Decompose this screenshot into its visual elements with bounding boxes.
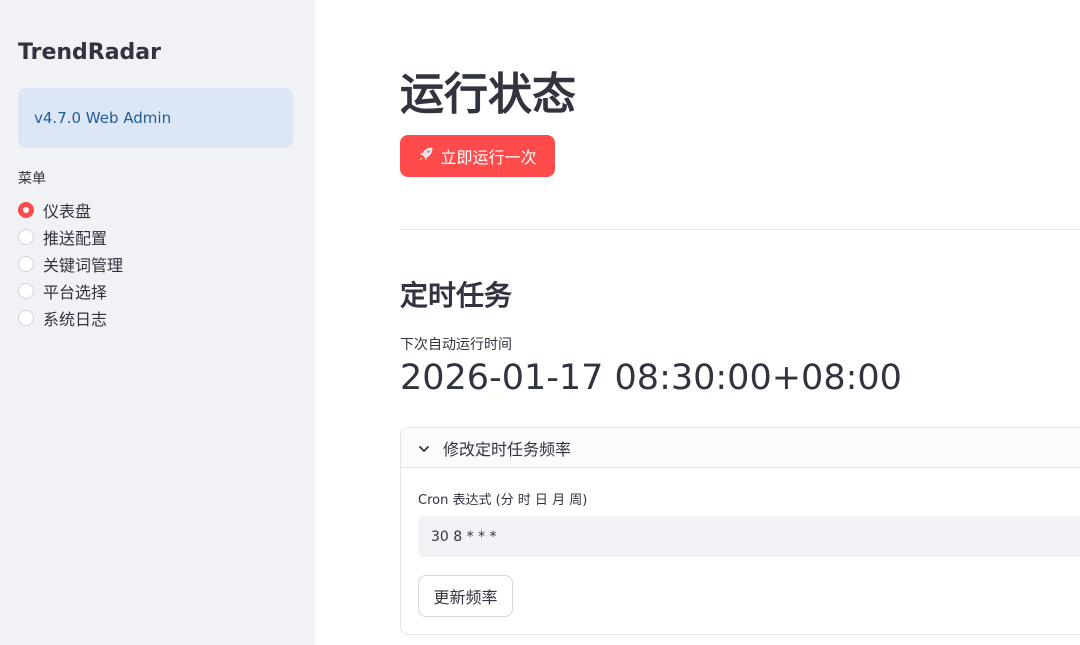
menu-label: 菜单: [18, 171, 46, 187]
update-frequency-button[interactable]: 更新频率: [418, 575, 513, 617]
radio-unselected-icon[interactable]: [18, 282, 34, 299]
cron-field-label: Cron 表达式 (分 时 日 月 周): [418, 493, 588, 508]
radio-unselected-icon[interactable]: [18, 255, 34, 272]
run-now-label: 立即运行一次: [440, 150, 537, 167]
menu-item-dashboard[interactable]: 仪表盘: [18, 196, 123, 223]
next-run-label: 下次自动运行时间: [400, 337, 512, 353]
expander-title: 修改定时任务频率: [443, 439, 572, 459]
radio-selected-icon[interactable]: [18, 201, 34, 218]
menu-item-label: 系统日志: [43, 309, 108, 329]
page-title: 运行状态: [400, 69, 576, 120]
app-title: TrendRadar: [18, 40, 161, 65]
rocket-icon: [418, 146, 434, 166]
chevron-down-icon: [417, 441, 431, 455]
main-content: 运行状态 立即运行一次 定时任务 下次自动运行时间 2026-01-17 08:…: [315, 0, 1080, 645]
menu-radio-group: 仪表盘 推送配置 关键词管理 平台选择 系统日志: [18, 196, 123, 331]
next-run-value: 2026-01-17 08:30:00+08:00: [400, 358, 902, 398]
menu-item-label: 平台选择: [43, 282, 108, 302]
divider: [400, 229, 1080, 230]
sidebar: TrendRadar v4.7.0 Web Admin 菜单 仪表盘 推送配置 …: [0, 0, 315, 645]
menu-item-system-logs[interactable]: 系统日志: [18, 304, 123, 331]
menu-item-push-config[interactable]: 推送配置: [18, 223, 123, 250]
schedule-frequency-expander: 修改定时任务频率 Cron 表达式 (分 时 日 月 周) 更新频率: [400, 427, 1080, 635]
version-text: v4.7.0 Web Admin: [34, 109, 172, 127]
menu-item-label: 关键词管理: [43, 255, 124, 275]
radio-unselected-icon[interactable]: [18, 228, 34, 245]
radio-unselected-icon[interactable]: [18, 309, 34, 326]
cron-expression-input[interactable]: [418, 516, 1080, 557]
menu-item-platforms[interactable]: 平台选择: [18, 277, 123, 304]
expander-header[interactable]: 修改定时任务频率: [401, 428, 1080, 468]
version-info-box: v4.7.0 Web Admin: [18, 88, 293, 148]
menu-item-label: 仪表盘: [43, 201, 92, 221]
menu-item-label: 推送配置: [43, 228, 108, 248]
menu-item-keywords[interactable]: 关键词管理: [18, 250, 123, 277]
schedule-section-title: 定时任务: [400, 279, 513, 312]
run-now-button[interactable]: 立即运行一次: [400, 135, 555, 177]
